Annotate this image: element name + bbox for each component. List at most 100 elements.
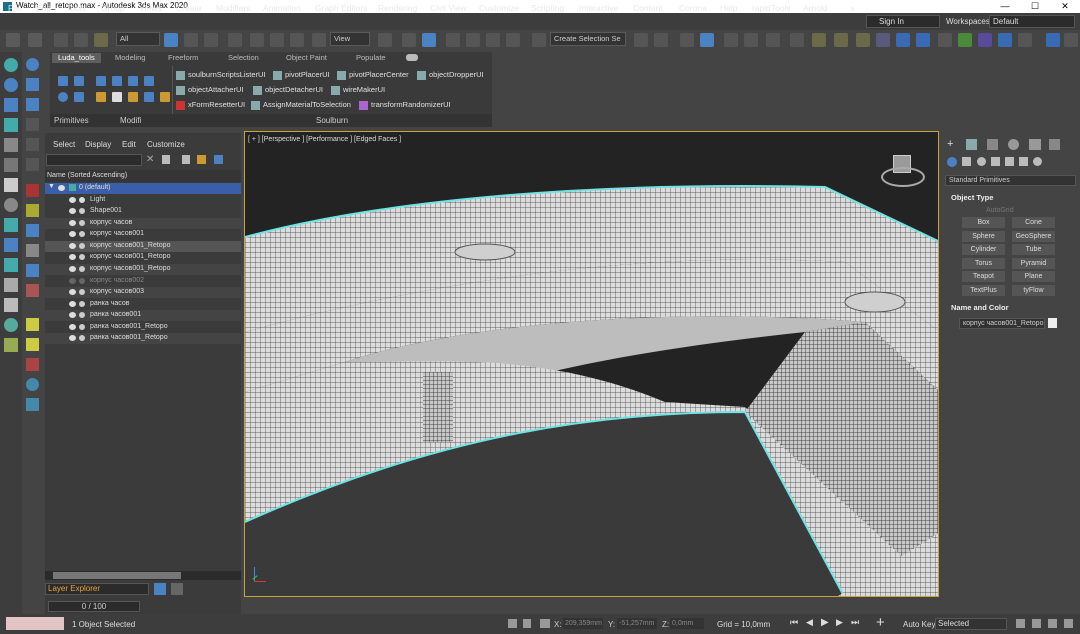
ribbon-tool-icon[interactable]: [4, 98, 18, 112]
viewcube-ring[interactable]: [881, 167, 925, 187]
y-coordinate-field[interactable]: -51,257mm: [617, 618, 657, 629]
visibility-eye-icon[interactable]: [69, 208, 76, 214]
table-row[interactable]: ранка часов001: [45, 310, 241, 321]
prim-box-icon[interactable]: [58, 76, 68, 86]
ribbon-toggle-icon[interactable]: [724, 33, 738, 47]
go-to-start-icon[interactable]: ⏮: [790, 617, 798, 628]
orbit-icon[interactable]: [1064, 619, 1073, 628]
play-icon[interactable]: ▶: [821, 617, 829, 628]
visibility-eye-icon[interactable]: [69, 266, 76, 272]
pivot-placer-link[interactable]: pivotPlacerUI: [273, 70, 330, 80]
mod-2-icon[interactable]: [112, 76, 122, 86]
menu-help[interactable]: Help: [720, 3, 737, 13]
explorer-menu-icon[interactable]: [154, 583, 166, 595]
layer-icon[interactable]: [26, 264, 39, 277]
autogrid-checkbox[interactable]: AutoGrid: [986, 207, 1014, 214]
table-row[interactable]: ранка часов001_Retopo: [45, 333, 241, 344]
box-button[interactable]: Box: [962, 217, 1005, 228]
menu-content[interactable]: Content: [633, 3, 663, 13]
bulb-tool-icon[interactable]: [4, 338, 18, 352]
plane-button[interactable]: Plane: [1012, 271, 1055, 282]
corona-render-icon[interactable]: [876, 33, 890, 47]
menu-file[interactable]: File: [8, 3, 22, 13]
name-color-rollout[interactable]: Name and Color: [951, 303, 1009, 312]
wire-maker-link[interactable]: wireMakerUI: [331, 85, 385, 95]
cube-yellow2-icon[interactable]: [26, 338, 39, 351]
cube-yellow-icon[interactable]: [26, 318, 39, 331]
edit-named-sets-icon[interactable]: [532, 33, 546, 47]
grid-prim-icon[interactable]: [26, 118, 39, 131]
table-row[interactable]: ранка часов001_Retopo: [45, 322, 241, 333]
tab-selection[interactable]: Selection: [228, 53, 259, 63]
pin2-icon[interactable]: [4, 218, 18, 232]
minimize-button[interactable]: —: [990, 0, 1020, 13]
cylinder-button[interactable]: Cylinder: [962, 244, 1005, 255]
sign-in-dropdown[interactable]: Sign In: [866, 15, 940, 28]
mod-9-icon[interactable]: [160, 92, 170, 102]
chart-icon[interactable]: [4, 278, 18, 292]
auto-key-button[interactable]: Auto Key: [903, 620, 935, 629]
explorer-type-dropdown[interactable]: Layer Explorer: [45, 583, 149, 595]
create-tab-icon[interactable]: +: [947, 139, 958, 150]
green-chevron-icon[interactable]: [958, 33, 972, 47]
mod-1-icon[interactable]: [96, 76, 106, 86]
palette-icon[interactable]: [26, 284, 39, 297]
table-row[interactable]: корпус часов003: [45, 287, 241, 298]
selection-filter-dropdown[interactable]: All: [116, 32, 160, 46]
menu-customize[interactable]: Customize: [479, 3, 519, 13]
select-manipulate-icon[interactable]: [402, 33, 416, 47]
undo-icon[interactable]: [6, 33, 20, 47]
rb-tool-icon[interactable]: [916, 33, 930, 47]
curve-editor-icon[interactable]: [744, 33, 758, 47]
reference-coord-dropdown[interactable]: View: [330, 32, 370, 46]
helpers-icon[interactable]: [1005, 157, 1014, 166]
menu-scripting[interactable]: Scripting: [531, 3, 564, 13]
explorer-column-header[interactable]: Name (Sorted Ascending): [45, 170, 241, 182]
cube-red-icon[interactable]: [26, 358, 39, 371]
object-type-rollout[interactable]: Object Type: [951, 193, 993, 202]
hidden-eye-icon[interactable]: [69, 278, 76, 284]
scene-explorer-icon[interactable]: [680, 33, 694, 47]
shapes-icon[interactable]: [962, 157, 971, 166]
explorer-options-icon[interactable]: [171, 583, 183, 595]
close-button[interactable]: ✕: [1050, 0, 1080, 13]
mod-3-icon[interactable]: [128, 76, 138, 86]
add-layer-icon[interactable]: [197, 155, 206, 164]
visibility-eye-icon[interactable]: [69, 335, 76, 341]
keyboard-shortcut-override-icon[interactable]: [422, 33, 436, 47]
prim-cyl-icon[interactable]: [74, 76, 84, 86]
geosphere-button[interactable]: GeoSphere: [1012, 231, 1055, 242]
explorer-search-input[interactable]: [46, 154, 142, 166]
menu-overflow-icon[interactable]: »: [850, 3, 855, 13]
tab-luda-tools[interactable]: Luda_tools: [52, 53, 101, 63]
explorer-tab-edit[interactable]: Edit: [122, 140, 136, 149]
viewcube[interactable]: [881, 155, 925, 189]
visibility-eye-icon[interactable]: [69, 254, 76, 260]
maxscript-listener[interactable]: [6, 617, 64, 630]
time-slider[interactable]: 0 / 100: [48, 601, 140, 612]
grid-icon[interactable]: [4, 138, 18, 152]
menu-interactive[interactable]: Interactive: [579, 3, 618, 13]
menu-graph-editors[interactable]: Graph Editors: [315, 3, 367, 13]
menu-arnold[interactable]: Arnold: [803, 3, 828, 13]
object-detacher-link[interactable]: objectDetacherUI: [253, 85, 323, 95]
table-row[interactable]: корпус часов001_Retopo: [45, 264, 241, 275]
plane-blue-icon[interactable]: [26, 398, 39, 411]
selection-lock-icon[interactable]: [523, 619, 531, 628]
textplus-button[interactable]: TextPlus: [962, 285, 1005, 296]
move-prim-icon[interactable]: [26, 138, 39, 151]
layer-row-default[interactable]: ▼ 0 (default): [45, 183, 241, 194]
visibility-eye-icon[interactable]: [69, 301, 76, 307]
pyramid-button[interactable]: Pyramid: [1012, 258, 1055, 269]
explorer-h-scrollbar[interactable]: [45, 571, 241, 580]
table-row[interactable]: корпус часов001: [45, 229, 241, 240]
schematic-view-icon[interactable]: [766, 33, 780, 47]
sheet-icon[interactable]: [4, 298, 18, 312]
modify-tab-icon[interactable]: [966, 139, 977, 150]
x-coordinate-field[interactable]: 209,359mm: [563, 618, 603, 629]
menu-views[interactable]: Views: [139, 3, 162, 13]
material-editor-icon[interactable]: [790, 33, 804, 47]
maximize-button[interactable]: ☐: [1020, 0, 1050, 13]
mod-8-icon[interactable]: [144, 92, 154, 102]
table-row[interactable]: корпус часов001_Retopo: [45, 241, 241, 252]
